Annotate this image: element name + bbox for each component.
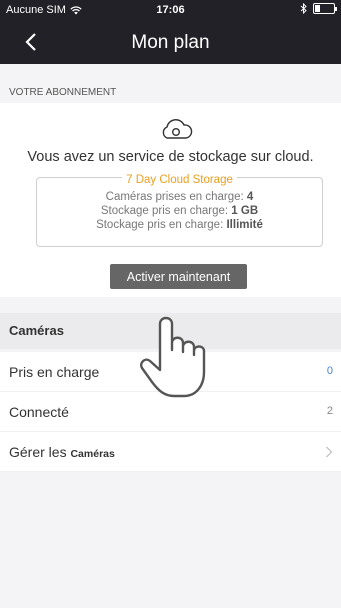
plan-details: Caméras prises en charge: 4 Stockage pri… (37, 190, 322, 232)
page-title: Mon plan (131, 32, 210, 53)
cameras-row-supported[interactable]: Pris en charge 0 (0, 352, 341, 392)
row-value: 2 (326, 405, 333, 417)
activate-now-button[interactable]: Activer maintenant (110, 264, 247, 289)
plan-line-value: 4 (246, 191, 254, 203)
plan-name-wrap: 7 Day Cloud Storage (37, 170, 322, 188)
nav-bar: Mon plan (0, 22, 341, 64)
top-bar: Aucune SIM 17:06 Mon plan (0, 0, 341, 64)
plan-line-label: Caméras prises en charge: (105, 191, 247, 203)
plan-name: 7 Day Cloud Storage (122, 174, 237, 186)
row-label: Gérer les Caméras (9, 444, 115, 460)
plan-line-label: Stockage pris en charge: (96, 219, 227, 231)
status-bar: Aucune SIM 17:06 (0, 0, 341, 20)
bluetooth-icon (300, 3, 307, 14)
status-right (300, 3, 337, 14)
row-value: 0 (326, 365, 333, 377)
row-label: Connecté (9, 404, 69, 420)
plan-line-storage: Stockage pris en charge: 1 GB (37, 204, 322, 218)
battery-icon (313, 3, 337, 14)
chevron-right-icon (326, 446, 333, 458)
subscription-description: Vous avez un service de stockage sur clo… (27, 149, 314, 165)
cameras-row-connected[interactable]: Connecté 2 (0, 392, 341, 432)
subscription-section-title: VOTRE ABONNEMENT (9, 87, 117, 98)
cameras-section-header: Caméras (0, 313, 341, 349)
cloud-icon (162, 119, 193, 139)
row-label-text: Gérer les (9, 444, 71, 460)
cameras-row-manage[interactable]: Gérer les Caméras (0, 432, 341, 472)
plan-line-label: Stockage pris en charge: (100, 205, 232, 217)
subscription-section-header: VOTRE ABONNEMENT (0, 78, 341, 102)
plan-box: 7 Day Cloud Storage Caméras prises en ch… (36, 174, 323, 247)
cameras-section-title: Caméras (9, 323, 64, 338)
row-label-small: Caméras (70, 448, 115, 460)
status-time: 17:06 (156, 4, 185, 16)
row-label: Pris en charge (9, 364, 100, 380)
plan-line-storage-duration: Stockage pris en charge: Illimité (37, 218, 322, 232)
subscription-card: Vous avez un service de stockage sur clo… (0, 103, 341, 297)
plan-line-value: 1 GB (231, 205, 259, 217)
plan-line-cameras: Caméras prises en charge: 4 (37, 190, 322, 204)
battery-fill (315, 5, 321, 12)
plan-line-value: Illimité (226, 219, 263, 231)
